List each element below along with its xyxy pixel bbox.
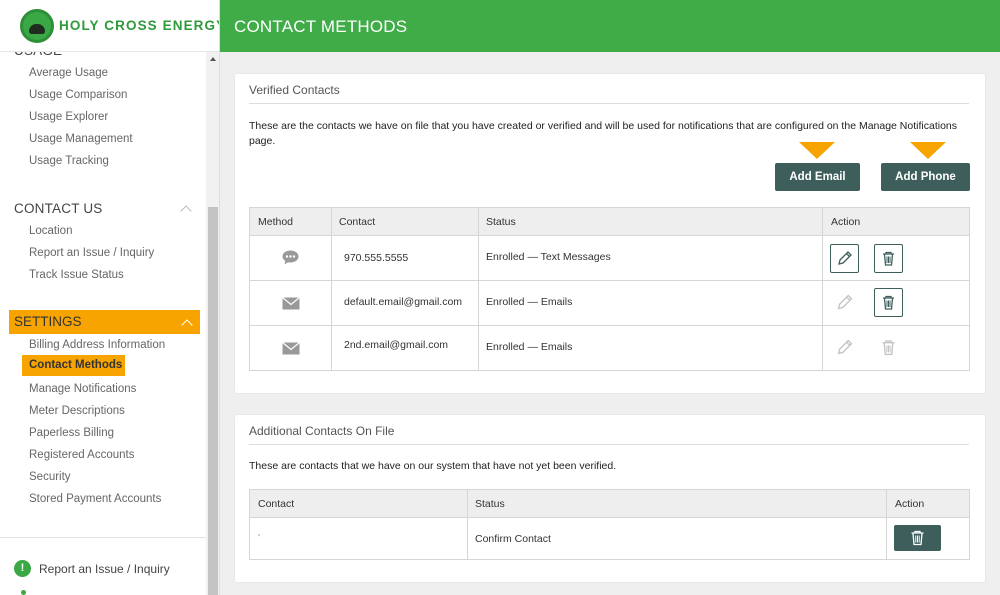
trash-icon [882,340,895,356]
sidebar-divider [0,537,206,538]
column-header-action: Action [831,216,861,228]
status-value: Enrolled — Emails [486,296,573,308]
verified-contacts-title: Verified Contacts [249,83,340,97]
chat-bubble-icon [282,250,299,265]
logo-icon [20,8,54,43]
add-phone-button[interactable]: Add Phone [881,163,970,191]
scrollbar-thumb[interactable] [208,207,218,595]
exclamation-icon: ! [14,560,31,577]
delete-button-disabled [874,333,903,362]
contact-value: default.email@gmail.com [344,296,463,308]
edit-button[interactable] [830,244,859,273]
footer-dot [21,590,26,595]
additional-contacts-title: Additional Contacts On File [249,424,395,438]
sidebar-item-usage-comparison[interactable]: Usage Comparison [29,89,127,101]
pencil-icon [838,251,852,265]
additional-contacts-description: These are contacts that we have on our s… [249,460,617,472]
sidebar-item-meter-descriptions[interactable]: Meter Descriptions [29,405,125,417]
settings-header-label: SETTINGS [14,314,82,329]
status-value: Enrolled — Emails [486,341,573,353]
envelope-icon [282,297,300,310]
sidebar-item-stored-payment[interactable]: Stored Payment Accounts [29,493,161,505]
column-header-contact: Contact [258,498,295,510]
confirm-contact-link[interactable]: Confirm Contact [475,533,551,545]
column-divider [886,490,887,559]
status-value: Enrolled — Text Messages [486,251,611,263]
pencil-icon [837,294,853,310]
contact-us-header[interactable]: CONTACT US [14,201,103,216]
pointer-arrow-icon [799,142,835,159]
sidebar-item-usage-management[interactable]: Usage Management [29,133,133,145]
delete-button[interactable] [894,525,941,551]
column-header-contact: Contact [339,216,376,228]
column-header-action: Action [895,498,925,510]
contact-value: 2nd.email@gmail.com [344,339,449,351]
settings-header[interactable]: SETTINGS [9,310,200,334]
row-divider [250,280,969,281]
pointer-arrow-icon [910,142,946,159]
add-email-button[interactable]: Add Email [775,163,860,191]
delete-button[interactable] [874,244,903,273]
pencil-icon [837,339,853,355]
trash-icon [911,530,924,546]
edit-button-disabled [830,288,859,317]
row-divider [250,325,969,326]
brand-name: HOLY CROSS ENERGY [59,18,220,33]
column-divider [467,490,468,559]
sidebar: USAGE Average Usage Usage Comparison Usa… [0,0,220,595]
page-title: CONTACT METHODS [234,17,408,36]
footer-report-issue-link[interactable]: ! Report an Issue / Inquiry [14,560,170,577]
additional-contacts-card: Additional Contacts On File These are co… [235,415,985,582]
contact-value: 970.555.5555 [344,252,409,264]
verified-contacts-card: Verified Contacts These are the contacts… [235,74,985,393]
table-header [250,490,969,518]
verified-contacts-table: Method Contact Status Action 970.555.555… [249,207,970,371]
column-divider [822,208,823,370]
sidebar-item-billing-address[interactable]: Billing Address Information [29,339,165,351]
delete-button[interactable] [874,288,903,317]
column-divider [478,208,479,370]
divider [249,103,969,104]
chevron-up-icon[interactable] [180,205,192,217]
column-header-status: Status [475,498,505,510]
contact-value: ' [258,532,261,544]
sidebar-item-track-issue[interactable]: Track Issue Status [29,269,124,281]
envelope-icon [282,342,300,355]
verified-contacts-description: These are the contacts we have on file t… [249,120,958,147]
sidebar-item-paperless-billing[interactable]: Paperless Billing [29,427,114,439]
column-header-status: Status [486,216,516,228]
sidebar-item-average-usage[interactable]: Average Usage [29,67,108,79]
sidebar-item-registered-accounts[interactable]: Registered Accounts [29,449,134,461]
additional-contacts-table: Contact Status Action ' Confirm Contact [249,489,970,560]
footer-report-issue-label: Report an Issue / Inquiry [39,561,170,576]
trash-icon [883,251,894,266]
sidebar-item-usage-explorer[interactable]: Usage Explorer [29,111,108,123]
sidebar-item-security[interactable]: Security [29,471,71,483]
sidebar-item-contact-methods[interactable]: Contact Methods [22,355,125,376]
column-divider [331,208,332,370]
trash-icon [883,295,894,310]
edit-button-disabled [830,333,859,362]
sidebar-item-report-issue[interactable]: Report an Issue / Inquiry [29,247,154,259]
chevron-up-icon [181,319,193,331]
sidebar-scrollbar[interactable] [206,52,219,595]
sidebar-item-manage-notifications[interactable]: Manage Notifications [29,383,136,395]
scroll-up-arrow-icon[interactable] [210,57,216,61]
sidebar-nav: USAGE Average Usage Usage Comparison Usa… [0,43,206,595]
sidebar-item-usage-tracking[interactable]: Usage Tracking [29,155,109,167]
page-header: CONTACT METHODS [220,0,1000,52]
divider [249,444,969,445]
sidebar-item-location[interactable]: Location [29,225,72,237]
column-header-method: Method [258,216,294,228]
logo[interactable]: HOLY CROSS ENERGY [0,0,220,52]
